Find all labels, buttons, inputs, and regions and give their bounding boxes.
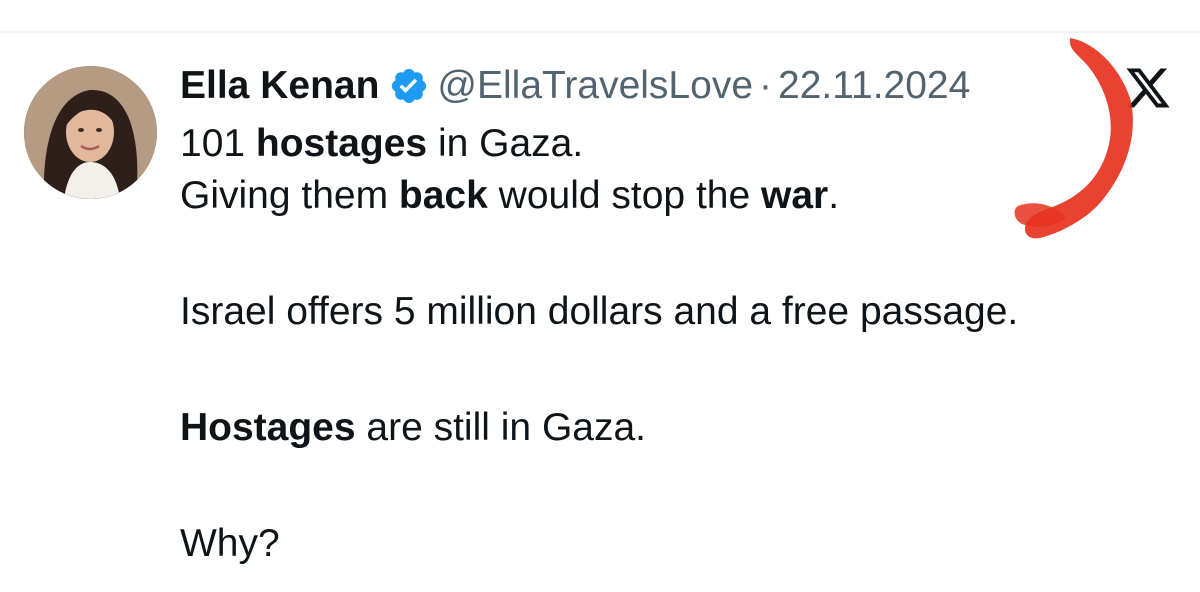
text-segment: in Gaza.	[427, 122, 584, 165]
tweet-line-2: Giving them back would stop the war.	[180, 170, 1170, 222]
text-segment: are still in Gaza.	[355, 406, 647, 449]
top-divider	[0, 31, 1200, 33]
tweet-line-3: Israel offers 5 million dollars and a fr…	[180, 290, 1019, 333]
text-segment: .	[828, 174, 840, 217]
separator-dot: ·	[759, 64, 773, 107]
tweet-line-4: Hostages are still in Gaza.	[180, 402, 1170, 454]
author-name[interactable]: Ella Kenan	[180, 60, 379, 112]
text-segment: would stop the	[487, 174, 761, 217]
tweet-date[interactable]: 22.11.2024	[778, 60, 970, 112]
tweet-line-5: Why?	[180, 522, 280, 565]
text-segment: Giving them	[180, 174, 399, 217]
verified-badge-icon	[389, 66, 429, 106]
text-segment: 101	[180, 122, 256, 165]
tweet-header: Ella Kenan @EllaTravelsLove · 22.11.2024	[180, 60, 1170, 112]
text-segment-bold: back	[398, 174, 488, 217]
tweet: Ella Kenan @EllaTravelsLove · 22.11.2024…	[180, 60, 1170, 570]
avatar-photo	[24, 66, 157, 199]
tweet-text: 101 hostages in Gaza. Giving them back w…	[180, 118, 1170, 570]
text-segment-bold: war	[761, 174, 829, 217]
tweet-line-1: 101 hostages in Gaza.	[180, 118, 1170, 170]
text-segment-bold: Hostages	[180, 406, 356, 449]
author-handle[interactable]: @EllaTravelsLove	[437, 60, 753, 112]
x-logo-icon[interactable]	[1124, 64, 1172, 112]
avatar[interactable]	[24, 66, 157, 199]
text-segment-bold: hostages	[255, 122, 428, 165]
